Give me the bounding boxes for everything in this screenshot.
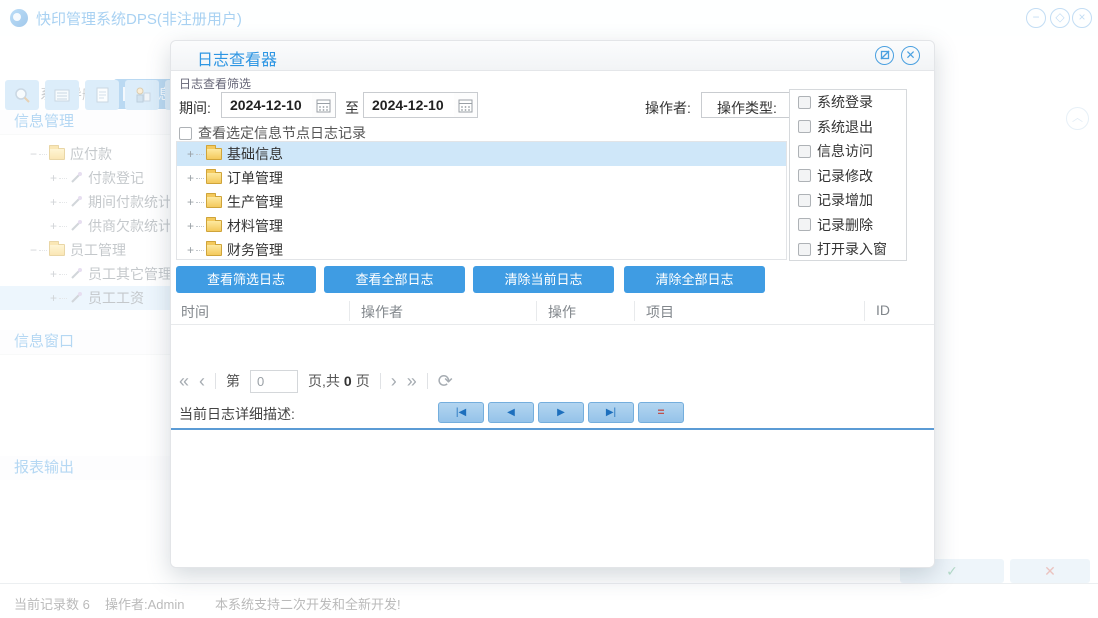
calendar-icon bbox=[316, 98, 331, 113]
date-from-calendar-button[interactable] bbox=[312, 92, 336, 118]
page-label: 第 bbox=[226, 371, 240, 391]
pages-suffix: 页 bbox=[356, 371, 370, 391]
log-table-header: 时间 操作者 操作 项目 ID bbox=[171, 297, 934, 325]
col-operation[interactable]: 操作 bbox=[548, 302, 576, 322]
checkbox-icon[interactable] bbox=[798, 145, 811, 158]
nav-delete-button[interactable]: = bbox=[638, 402, 684, 423]
checkbox-icon[interactable] bbox=[798, 169, 811, 182]
col-project[interactable]: 项目 bbox=[646, 302, 674, 322]
dialog-header[interactable]: 日志查看器 ✕ bbox=[171, 41, 934, 71]
checkbox-icon[interactable] bbox=[798, 120, 811, 133]
folder-icon bbox=[206, 220, 222, 232]
nav-first-button[interactable]: |◀ bbox=[438, 402, 484, 423]
tree-item-material-mgmt[interactable]: + 材料管理 bbox=[177, 214, 786, 238]
nav-prev-button[interactable]: ◀ bbox=[488, 402, 534, 423]
to-label: 至 bbox=[345, 98, 359, 118]
col-id[interactable]: ID bbox=[876, 302, 890, 318]
op-type-label: 操作类型: bbox=[717, 98, 777, 118]
next-page-button[interactable]: › bbox=[391, 371, 397, 392]
filter-group-label: 日志查看筛选 bbox=[179, 75, 251, 92]
nav-last-button[interactable]: ▶| bbox=[588, 402, 634, 423]
folder-icon bbox=[206, 148, 222, 160]
op-type-option[interactable]: 信息访问 bbox=[790, 139, 906, 164]
checkbox-icon[interactable] bbox=[179, 127, 192, 140]
detail-label: 当前日志详细描述: bbox=[179, 404, 295, 424]
nav-next-button[interactable]: ▶ bbox=[538, 402, 584, 423]
pages-prefix: 页,共 bbox=[308, 371, 340, 391]
tree-item-finance-mgmt[interactable]: + 财务管理 bbox=[177, 238, 786, 260]
pin-toggle-icon[interactable] bbox=[875, 46, 894, 65]
op-type-list: 系统登录 系统退出 信息访问 记录修改 记录增加 记录删除 打开录入窗 bbox=[789, 89, 907, 261]
tree-item-order-mgmt[interactable]: + 订单管理 bbox=[177, 166, 786, 190]
calendar-icon bbox=[458, 98, 473, 113]
operator-label: 操作者: bbox=[645, 98, 691, 118]
first-page-button[interactable]: « bbox=[179, 371, 189, 392]
last-page-button[interactable]: » bbox=[407, 371, 417, 392]
checkbox-icon[interactable] bbox=[798, 218, 811, 231]
dialog-title: 日志查看器 bbox=[197, 46, 277, 70]
op-type-option[interactable]: 记录删除 bbox=[790, 213, 906, 238]
tree-item-basic-info[interactable]: + 基础信息 bbox=[177, 142, 786, 166]
checkbox-icon[interactable] bbox=[798, 96, 811, 109]
folder-icon bbox=[206, 172, 222, 184]
op-type-option[interactable]: 系统退出 bbox=[790, 115, 906, 140]
date-to-calendar-button[interactable] bbox=[454, 92, 478, 118]
refresh-icon[interactable]: ⟳ bbox=[438, 371, 453, 392]
log-viewer-dialog: 日志查看器 ✕ 日志查看筛选 期间: 至 操作者: ˅ 操作类型: 系统登录 系… bbox=[170, 40, 935, 568]
view-all-logs-button[interactable]: 查看全部日志 bbox=[324, 266, 465, 293]
dialog-node-tree: + 基础信息 + 订单管理 + 生产管理 + 材料管理 + bbox=[176, 141, 787, 260]
record-navigator: |◀ ◀ ▶ ▶| = bbox=[438, 402, 684, 423]
detail-text-area[interactable] bbox=[171, 430, 934, 567]
checkbox-icon[interactable] bbox=[798, 243, 811, 256]
folder-icon bbox=[206, 244, 222, 256]
view-filtered-logs-button[interactable]: 查看筛选日志 bbox=[176, 266, 316, 293]
pagination-bar: « ‹ 第 页,共 0 页 › » ⟳ bbox=[179, 368, 453, 394]
op-type-option[interactable]: 记录修改 bbox=[790, 164, 906, 189]
period-label: 期间: bbox=[179, 98, 211, 118]
clear-current-logs-button[interactable]: 清除当前日志 bbox=[473, 266, 614, 293]
col-operator[interactable]: 操作者 bbox=[361, 302, 403, 322]
page-number-input[interactable] bbox=[250, 370, 298, 393]
screen: 快印管理系统DPS(非注册用户) − ◇ × 系统导航 信息 信息管理 − 应付… bbox=[0, 0, 1098, 618]
op-type-option[interactable]: 记录增加 bbox=[790, 188, 906, 213]
tree-item-production-mgmt[interactable]: + 生产管理 bbox=[177, 190, 786, 214]
detail-row: 当前日志详细描述: |◀ ◀ ▶ ▶| = bbox=[171, 401, 934, 426]
pages-count: 0 bbox=[344, 373, 352, 389]
checkbox-icon[interactable] bbox=[798, 194, 811, 207]
dialog-close-icon[interactable]: ✕ bbox=[901, 46, 920, 65]
date-to-input[interactable] bbox=[363, 92, 455, 118]
op-type-option[interactable]: 打开录入窗 bbox=[790, 237, 906, 261]
prev-page-button[interactable]: ‹ bbox=[199, 371, 205, 392]
date-from-input[interactable] bbox=[221, 92, 313, 118]
col-time[interactable]: 时间 bbox=[181, 302, 209, 322]
op-type-option[interactable]: 系统登录 bbox=[790, 90, 906, 115]
folder-icon bbox=[206, 196, 222, 208]
node-filter-checkbox-row[interactable]: 查看选定信息节点日志记录 bbox=[179, 123, 366, 143]
clear-all-logs-button[interactable]: 清除全部日志 bbox=[624, 266, 765, 293]
